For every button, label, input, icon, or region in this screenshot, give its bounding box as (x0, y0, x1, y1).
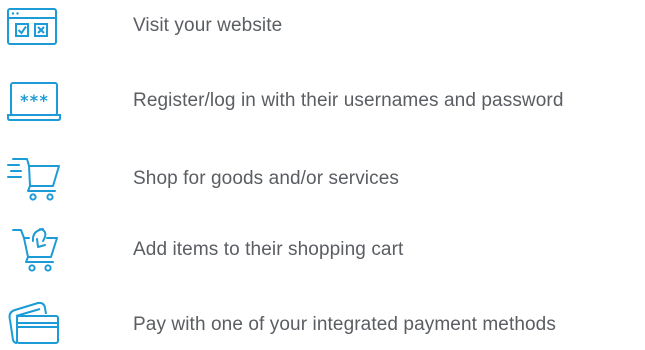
step-label: Register/log in with their usernames and… (133, 90, 564, 111)
step-label: Visit your website (133, 15, 283, 36)
step-label: Pay with one of your integrated payment … (133, 314, 556, 335)
step-register-login: *** Register/log in with their usernames… (0, 76, 645, 126)
step-label: Shop for goods and/or services (133, 168, 399, 189)
add-to-cart-icon (7, 225, 67, 275)
fast-shopping-cart-icon (7, 154, 67, 204)
laptop-password-icon: *** (7, 76, 67, 126)
svg-text:***: *** (20, 91, 49, 110)
step-visit-website: Visit your website (0, 1, 645, 51)
step-shop: Shop for goods and/or services (0, 154, 645, 204)
step-label: Add items to their shopping cart (133, 239, 404, 260)
browser-checkbox-icon (7, 1, 67, 51)
step-add-to-cart: Add items to their shopping cart (0, 225, 645, 275)
